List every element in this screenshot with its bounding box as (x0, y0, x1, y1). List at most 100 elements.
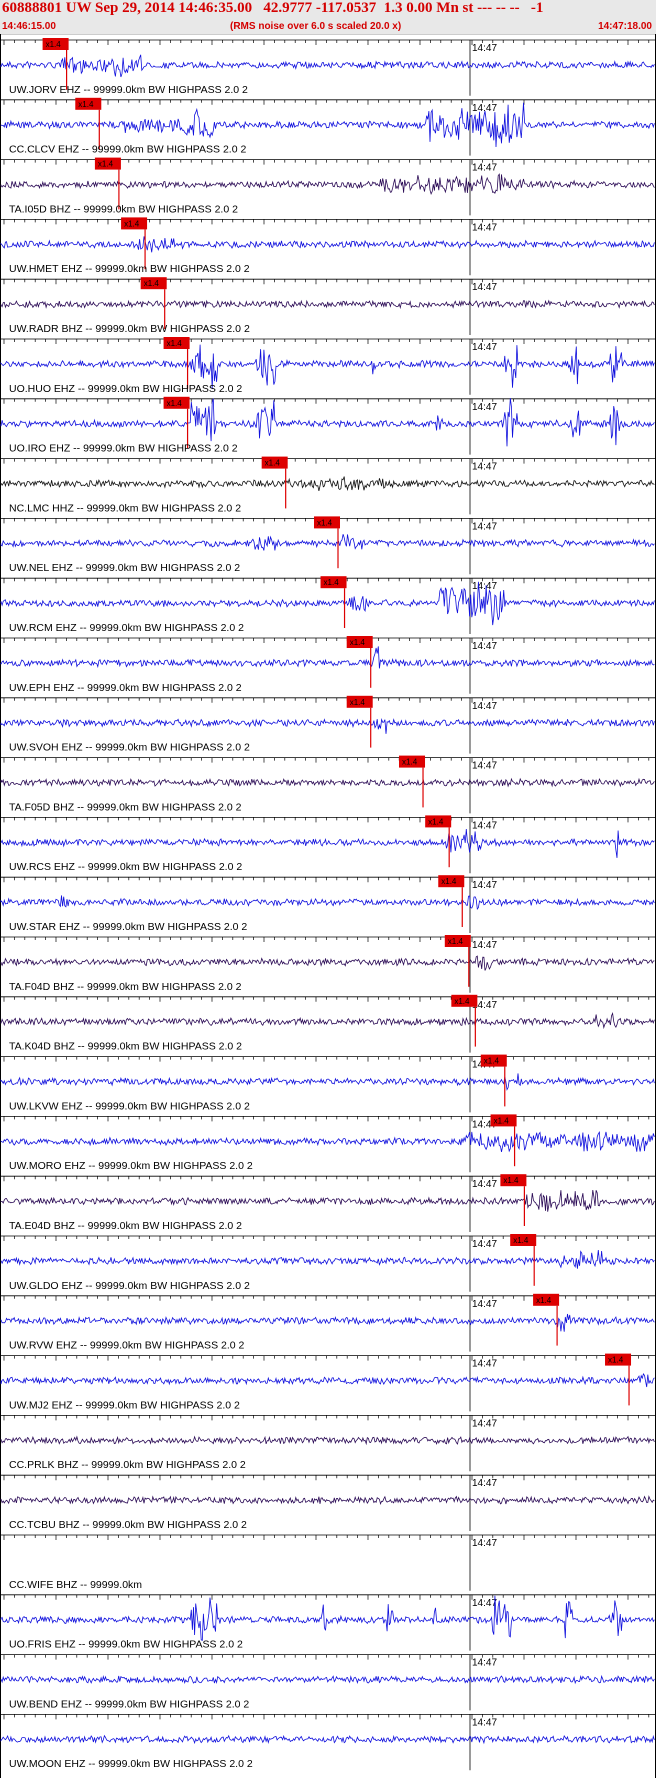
waveform-trace (0, 1073, 655, 1091)
waveform-trace (0, 646, 655, 669)
station-label: TA.F04D BHZ -- 99999.0km BW HIGHPASS 2.0… (9, 981, 242, 993)
waveform-trace (0, 1734, 655, 1745)
axis-ticks (3, 1475, 650, 1481)
station-label: TA.F05D BHZ -- 99999.0km BW HIGHPASS 2.0… (9, 801, 242, 813)
minute-label: 14:47 (472, 880, 497, 891)
axis-ticks (3, 40, 650, 45)
minute-label: 14:47 (472, 761, 497, 772)
station-label: TA.E04D BHZ -- 99999.0km BW HIGHPASS 2.0… (9, 1220, 242, 1232)
axis-ticks (3, 697, 650, 703)
axis-ticks (3, 1056, 650, 1062)
pick-label: x1.4 (265, 459, 281, 468)
station-label: UW.RVW EHZ -- 99999.0km BW HIGHPASS 2.0 … (9, 1340, 244, 1352)
minute-label: 14:47 (472, 43, 497, 54)
axis-ticks (3, 219, 650, 225)
minute-label: 14:47 (472, 1239, 497, 1250)
station-label: UW.STAR EHZ -- 99999.0km BW HIGHPASS 2.0… (9, 921, 247, 933)
axis-ticks (3, 1415, 650, 1421)
axis-ticks (3, 1654, 650, 1660)
pick-label: x1.4 (503, 1176, 519, 1185)
minute-label: 14:47 (472, 521, 497, 532)
event-title: 60888801 UW Sep 29, 2014 14:46:35.00 42.… (2, 0, 544, 16)
station-label: NC.LMC HHZ -- 99999.0km BW HIGHPASS 2.0 … (9, 502, 241, 514)
axis-ticks (3, 1355, 650, 1361)
axis-ticks (3, 1594, 650, 1600)
pick-label: x1.4 (78, 100, 94, 109)
pick-label: x1.4 (324, 578, 340, 587)
minute-label: 14:47 (472, 1478, 497, 1489)
minute-label: 14:47 (472, 1717, 497, 1728)
waveform-trace (0, 398, 655, 447)
waveform-trace (0, 534, 655, 551)
pick-label: x1.4 (608, 1356, 624, 1365)
station-label: UW.GLDO EHZ -- 99999.0km BW HIGHPASS 2.0… (9, 1280, 250, 1292)
axis-ticks (3, 1116, 650, 1122)
pick-label: x1.4 (98, 160, 114, 169)
minute-label: 14:47 (472, 1598, 497, 1609)
axis-ticks (3, 1176, 650, 1182)
axis-ticks (3, 1714, 650, 1720)
pick-label: x1.4 (484, 1057, 500, 1066)
pick-label: x1.4 (494, 1116, 510, 1125)
axis-ticks (3, 817, 650, 823)
pick-label: x1.4 (350, 638, 366, 647)
waveform-trace (0, 718, 655, 734)
station-label: TA.I05D BHZ -- 99999.0km BW HIGHPASS 2.0… (9, 203, 238, 215)
waveform-trace (0, 955, 655, 971)
pick-label: x1.4 (441, 877, 457, 886)
axis-ticks (3, 1236, 650, 1241)
waveform-trace (0, 299, 655, 310)
minute-label: 14:47 (472, 1179, 497, 1190)
pick-label: x1.4 (454, 997, 470, 1006)
station-label: UW.NEL EHZ -- 99999.0km BW HIGHPASS 2.0 … (9, 562, 240, 574)
minute-label: 14:47 (472, 581, 497, 592)
minute-label: 14:47 (472, 342, 497, 353)
minute-label: 14:47 (472, 1299, 497, 1310)
pick-label: x1.4 (167, 399, 183, 408)
station-label: UW.RADR BHZ -- 99999.0km BW HIGHPASS 2.0… (9, 323, 250, 335)
waveform-trace (0, 581, 655, 626)
waveform-trace (0, 1011, 655, 1030)
waveform-trace (0, 1313, 655, 1332)
station-label: UW.SVOH EHZ -- 99999.0km BW HIGHPASS 2.0… (9, 742, 250, 754)
station-label: UW.LKVW EHZ -- 99999.0km BW HIGHPASS 2.0… (9, 1100, 250, 1112)
plot-header: 60888801 UW Sep 29, 2014 14:46:35.00 42.… (0, 0, 656, 35)
minute-label: 14:47 (472, 222, 497, 233)
rms-note: (RMS noise over 6.0 s scaled 20.0 x) (230, 21, 402, 32)
station-label: TA.K04D BHZ -- 99999.0km BW HIGHPASS 2.0… (9, 1041, 242, 1053)
axis-ticks (3, 339, 650, 344)
waveform-trace (0, 1674, 655, 1685)
pick-label: x1.4 (46, 40, 62, 49)
minute-label: 14:47 (472, 282, 497, 293)
minute-label: 14:47 (472, 1418, 497, 1429)
station-label: CC.WIFE BHZ -- 99999.0km (9, 1579, 142, 1591)
pick-label: x1.4 (167, 339, 183, 348)
minute-label: 14:47 (472, 641, 497, 652)
waveform-trace (0, 895, 655, 911)
time-end-label: 14:47:18.00 (598, 21, 652, 32)
waveform-trace (0, 1595, 655, 1642)
waveform-trace (0, 173, 655, 196)
station-label: CC.PRLK BHZ -- 99999.0km BW HIGHPASS 2.0… (9, 1459, 246, 1471)
axis-ticks (3, 398, 650, 404)
pick-label: x1.4 (513, 1236, 529, 1245)
waveform-trace (0, 777, 655, 788)
waveform-trace (0, 476, 655, 492)
waveform-trace (0, 1495, 655, 1506)
minute-label: 14:47 (472, 1658, 497, 1669)
time-start-label: 14:46:15.00 (2, 21, 56, 32)
station-label: UW.JORV EHZ -- 99999.0km BW HIGHPASS 2.0… (9, 84, 248, 96)
pick-label: x1.4 (317, 518, 333, 527)
minute-label: 14:47 (472, 1538, 497, 1549)
pick-label: x1.4 (402, 758, 418, 767)
pick-label: x1.4 (350, 698, 366, 707)
minute-label: 14:47 (472, 163, 497, 174)
station-label: UW.MORO EHZ -- 99999.0km BW HIGHPASS 2.0… (9, 1160, 253, 1172)
station-label: UW.BEND EHZ -- 99999.0km BW HIGHPASS 2.0… (9, 1698, 249, 1710)
station-label: UW.RCM EHZ -- 99999.0km BW HIGHPASS 2.0 … (9, 622, 244, 634)
waveform-trace (0, 1190, 655, 1212)
station-label: UW.HMET EHZ -- 99999.0km BW HIGHPASS 2.0… (9, 263, 250, 275)
station-label: CC.CLCV EHZ -- 99999.0km BW HIGHPASS 2.0… (9, 144, 246, 156)
axis-ticks (3, 279, 650, 285)
waveform-trace (0, 54, 655, 78)
